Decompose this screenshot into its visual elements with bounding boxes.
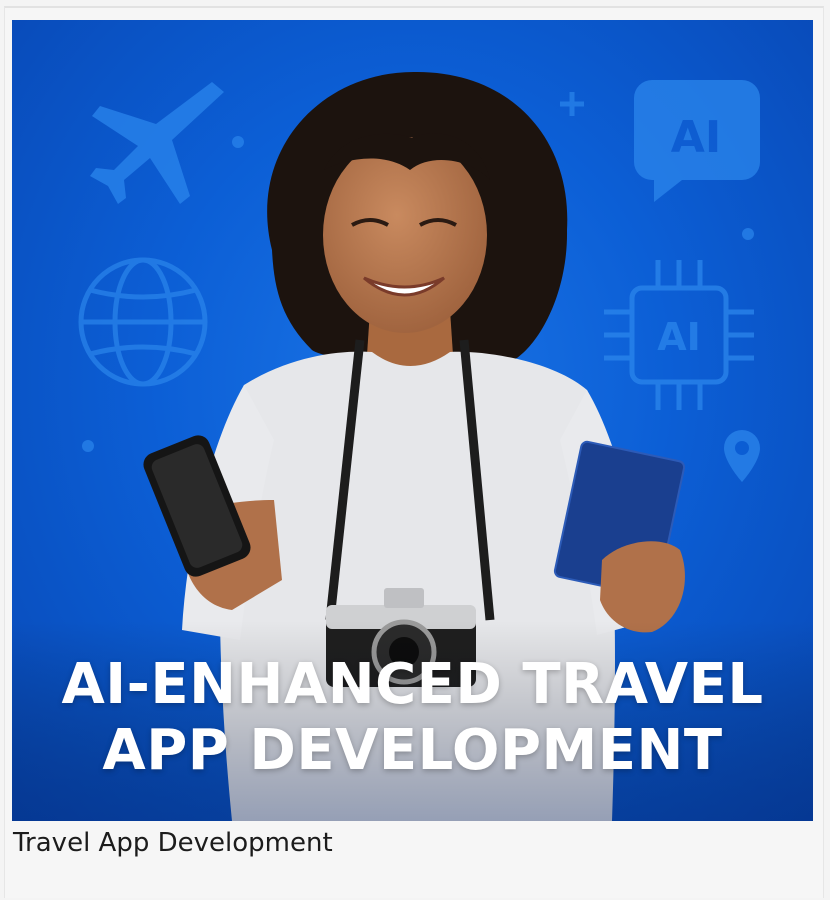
hero-image[interactable]: AI AI (12, 20, 813, 821)
headline-line-2: APP DEVELOPMENT (102, 718, 723, 783)
hero-headline: AI-ENHANCED TRAVEL APP DEVELOPMENT (12, 652, 813, 784)
image-caption[interactable]: Travel App Development (13, 828, 333, 858)
post-card: AI AI (4, 6, 824, 898)
headline-line-1: AI-ENHANCED TRAVEL (61, 652, 764, 717)
